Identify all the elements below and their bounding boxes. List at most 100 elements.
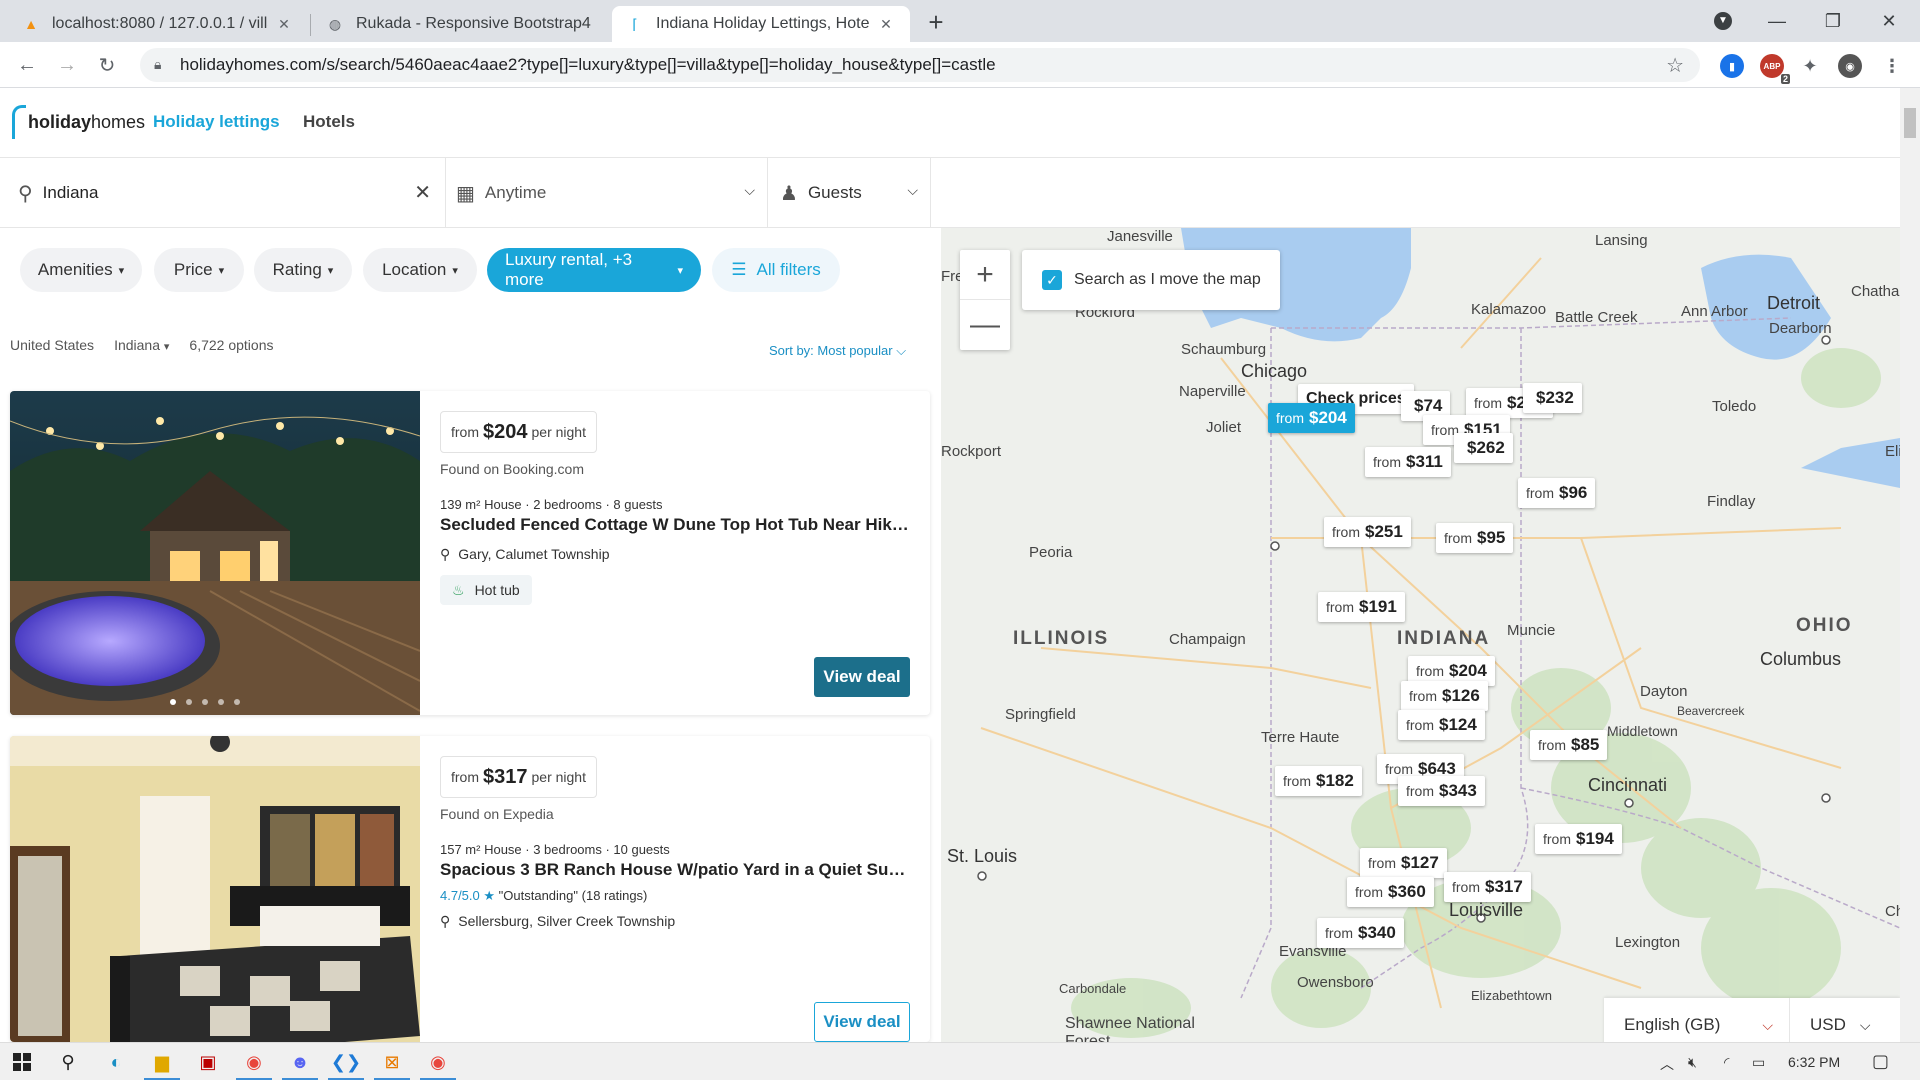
zoom-in-button[interactable]: + — [960, 250, 1010, 300]
nav-holiday-lettings[interactable]: Holiday lettings — [153, 112, 280, 132]
notification-icon[interactable]: ▢ — [1872, 1051, 1889, 1072]
breadcrumb-country[interactable]: United States — [10, 337, 94, 353]
carousel-dot[interactable] — [170, 699, 176, 705]
new-tab-button[interactable]: + — [922, 7, 950, 37]
adblock-icon[interactable]: ABP 2 — [1760, 54, 1790, 84]
forward-arrow-icon[interactable]: → — [52, 50, 82, 80]
bookmark-star-icon[interactable]: ☆ — [1666, 53, 1684, 78]
map-price-pin[interactable]: from $126 — [1401, 681, 1488, 711]
view-deal-button[interactable]: View deal — [814, 1002, 910, 1042]
map-price-pin[interactable]: from $127 — [1360, 848, 1447, 878]
close-window-button[interactable]: ✕ — [1866, 6, 1912, 36]
filter-rating[interactable]: Rating ▾ — [254, 248, 352, 292]
breadcrumb-region[interactable]: Indiana ▾ — [114, 337, 169, 353]
filter-amenities[interactable]: Amenities ▾ — [20, 248, 142, 292]
map-price-pin[interactable]: from $182 — [1275, 766, 1362, 796]
results-map[interactable]: ILLINOIS INDIANA OHIO Chicago Detroit Co… — [941, 228, 1900, 1042]
map-price-pin[interactable]: from $311 — [1365, 447, 1451, 477]
sort-dropdown[interactable]: Sort by: Most popular ⌵ — [769, 343, 906, 359]
price-box: from $204 per night — [440, 411, 597, 453]
map-price-pin[interactable]: from $95 — [1436, 523, 1514, 553]
clear-icon[interactable]: ✕ — [414, 180, 431, 205]
close-icon[interactable]: ✕ — [274, 14, 294, 34]
map-town-label: Terre Haute — [1261, 729, 1340, 746]
volume-muted-icon[interactable]: 🔇︎ — [1688, 1054, 1697, 1071]
view-deal-button[interactable]: View deal — [814, 657, 910, 697]
map-price-pin[interactable]: from $317 — [1444, 872, 1531, 902]
chrome-icon[interactable]: ◉ — [240, 1048, 268, 1076]
map-price-pin[interactable]: $262 — [1454, 433, 1513, 463]
listing-photo[interactable] — [10, 391, 420, 715]
guests-picker[interactable]: ♟ Guests ⌵ — [768, 158, 931, 228]
listing-title[interactable]: Secluded Fenced Cottage W Dune Top Hot T… — [440, 515, 910, 535]
avatar[interactable]: ◉ — [1838, 54, 1862, 78]
map-price-pin[interactable]: from $85 — [1530, 730, 1608, 760]
menu-kebab-icon[interactable]: ⋮ — [1880, 54, 1904, 78]
tray-chevron-up-icon[interactable]: ︿ — [1660, 1054, 1674, 1074]
price-box: from $317 per night — [440, 756, 597, 798]
location-text: Sellersburg, Silver Creek Township — [458, 913, 676, 929]
search-as-move-toggle[interactable]: ✓ Search as I move the map — [1022, 250, 1280, 310]
carousel-dot[interactable] — [234, 699, 240, 705]
pin-price: $182 — [1316, 771, 1354, 790]
media-app-icon[interactable]: ▣ — [194, 1048, 222, 1076]
back-arrow-icon[interactable]: ← — [12, 50, 42, 80]
holidayhomes-logo[interactable]: holiday homes — [12, 102, 145, 142]
chrome-profile-icon[interactable]: ◉ — [424, 1048, 452, 1076]
maximize-button[interactable]: ❐ — [1810, 6, 1856, 36]
browser-tab-holidayhomes[interactable]: ⌈ Indiana Holiday Lettings, Hotels & ✕ — [612, 6, 910, 42]
map-price-pin[interactable]: from $251 — [1324, 517, 1411, 547]
listing-card[interactable]: from $317 per night Found on Expedia 157… — [10, 736, 930, 1042]
filter-price[interactable]: Price ▾ — [154, 248, 244, 292]
minimize-button[interactable]: — — [1754, 6, 1800, 36]
search-icon[interactable]: ⚲ — [54, 1048, 82, 1076]
wifi-icon[interactable]: ◜ — [1724, 1054, 1729, 1071]
carousel-dot[interactable] — [218, 699, 224, 705]
destination-field[interactable]: ⚲ Indiana ✕ — [0, 158, 446, 228]
xampp-icon[interactable]: ⊠ — [378, 1048, 406, 1076]
map-price-pin[interactable]: from $360 — [1347, 877, 1434, 907]
date-picker[interactable]: ▦ Anytime ⌵ — [446, 158, 768, 228]
map-price-pin[interactable]: from $194 — [1535, 824, 1622, 854]
nav-hotels[interactable]: Hotels — [303, 112, 355, 132]
file-explorer-icon[interactable]: ▆ — [148, 1048, 176, 1076]
map-price-pin[interactable]: from $340 — [1317, 918, 1404, 948]
reload-icon[interactable]: ↻ — [92, 50, 122, 80]
map-price-pin[interactable]: $232 — [1523, 383, 1582, 413]
map-price-pin[interactable]: from $96 — [1518, 478, 1596, 508]
puzzle-icon[interactable]: ✦ — [1798, 54, 1822, 78]
carousel-dot[interactable] — [202, 699, 208, 705]
vscode-icon[interactable]: ❮❯ — [331, 1048, 361, 1076]
map-price-pin[interactable]: from $191 — [1318, 592, 1405, 622]
windows-start-icon[interactable] — [8, 1048, 36, 1076]
zoom-out-button[interactable]: — — [960, 300, 1010, 350]
listing-card[interactable]: from $204 per night Found on Booking.com… — [10, 391, 930, 715]
listing-title[interactable]: Spacious 3 BR Ranch House W/patio Yard i… — [440, 860, 910, 880]
filter-property-type[interactable]: Luxury rental, +3 more ▾ — [487, 248, 701, 292]
discord-icon[interactable]: ☻ — [286, 1048, 314, 1076]
battery-icon[interactable]: ▭ — [1752, 1054, 1765, 1071]
tab-search-icon[interactable]: ▼ — [1700, 6, 1746, 36]
map-price-pin[interactable]: from $343 — [1398, 776, 1485, 806]
rating-text: "Outstanding" — [498, 888, 579, 903]
currency-select[interactable]: USD ⌵ — [1790, 1015, 1900, 1035]
extension-bookmark-icon[interactable]: ▮ — [1720, 54, 1744, 78]
browser-tab-phpmyadmin[interactable]: ▲ localhost:8080 / 127.0.0.1 / villa / ✕ — [8, 6, 308, 42]
scrollbar-thumb[interactable] — [1904, 108, 1916, 138]
edge-icon[interactable]: ◐ — [102, 1048, 130, 1076]
page-scrollbar[interactable] — [1900, 88, 1920, 1042]
carousel-dot[interactable] — [186, 699, 192, 705]
map-price-pin-selected[interactable]: from $204 — [1268, 403, 1355, 433]
price-from: from — [451, 769, 479, 785]
checkbox-checked-icon[interactable]: ✓ — [1042, 270, 1062, 290]
browser-tab-rukada[interactable]: ◍ Rukada - Responsive Bootstrap4 — [312, 6, 610, 42]
filter-all-filters[interactable]: ☰ All filters — [712, 248, 840, 292]
system-clock[interactable]: 6:32 PM — [1788, 1054, 1840, 1070]
pin-price: $360 — [1388, 882, 1426, 901]
map-price-pin[interactable]: from $124 — [1398, 710, 1485, 740]
address-bar[interactable]: 🔒︎ holidayhomes.com/s/search/5460aeac4aa… — [140, 48, 1700, 82]
filter-location[interactable]: Location ▾ — [363, 248, 477, 292]
photo-carousel-dots[interactable] — [170, 699, 240, 705]
close-icon[interactable]: ✕ — [876, 14, 896, 34]
listing-photo[interactable] — [10, 736, 420, 1042]
